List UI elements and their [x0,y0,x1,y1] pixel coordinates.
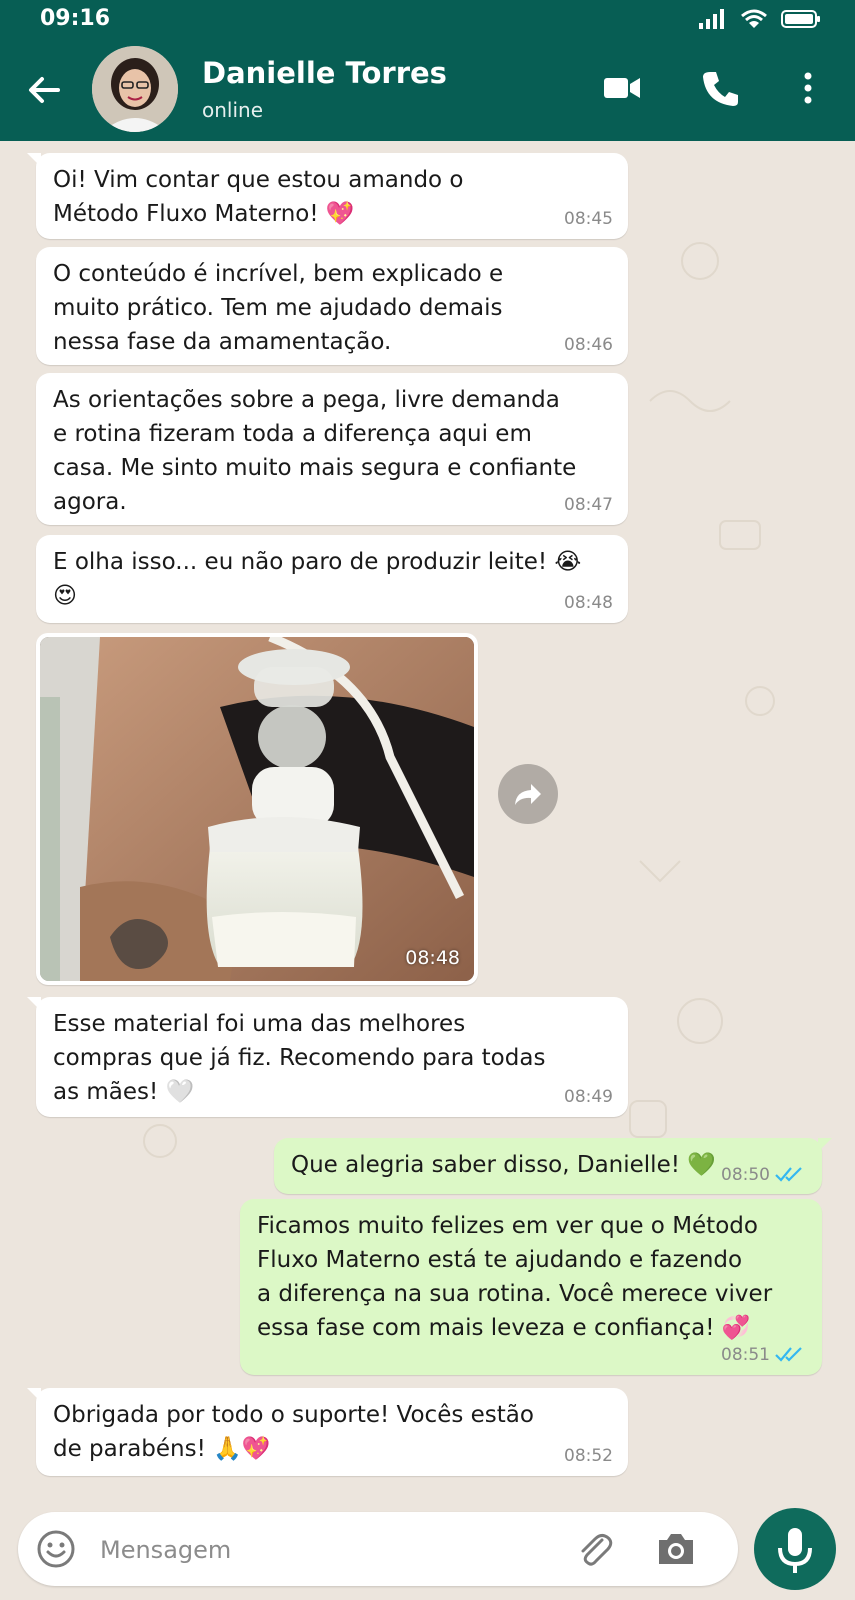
status-time: 09:16 [40,6,111,31]
image-message[interactable]: 08:48 [36,633,478,985]
message-input[interactable] [98,1530,562,1570]
bubble-tail [27,997,41,1011]
photo-image [40,637,474,981]
back-arrow-icon[interactable] [24,70,64,110]
message-bubble-incoming[interactable]: Esse material foi uma das melhores compr… [27,997,628,1117]
message-text: Esse material foi uma das melhores compr… [53,1011,546,1105]
message-text: Que alegria saber disso, Danielle! 💚 [291,1152,716,1178]
attach-icon[interactable] [574,1528,616,1570]
message-time: 08:45 [564,209,613,229]
video-call-icon[interactable] [600,66,644,110]
camera-icon[interactable] [654,1528,698,1570]
message-text: O conteúdo é incrível, bem explicado e m… [53,261,504,355]
message-text: Ficamos muito felizes em ver que o Métod… [257,1213,773,1341]
avatar-image [92,46,178,132]
message-list: Oi! Vim contar que estou amando o Método… [0,141,855,1496]
message-bubble-incoming[interactable]: O conteúdo é incrível, bem explicado e m… [36,247,628,365]
message-time: 08:47 [564,495,613,515]
contact-name[interactable]: Danielle Torres [202,56,447,90]
message-text: Oi! Vim contar que estou amando o Método… [53,167,464,227]
forward-button[interactable] [498,764,558,824]
message-time: 08:51 [721,1345,770,1365]
message-bubble-outgoing[interactable]: Que alegria saber disso, Danielle! 💚 08:… [274,1138,832,1194]
message-time: 08:50 [721,1165,770,1185]
mic-icon [778,1528,812,1573]
status-bar: 09:16 [0,0,855,38]
message-time: 08:48 [564,593,613,613]
message-text: E olha isso... eu não paro de produzir l… [53,549,582,609]
bubble-tail [27,153,41,167]
message-text: As orientações sobre a pega, livre deman… [53,387,577,515]
emoji-icon[interactable] [36,1529,76,1569]
phone-icon[interactable] [698,66,742,110]
contact-status: online [202,98,264,122]
message-time: 08:46 [564,335,613,355]
avatar[interactable] [92,46,178,132]
message-bubble-outgoing[interactable]: Ficamos muito felizes em ver que o Métod… [240,1199,822,1375]
read-ticks-icon [775,1167,802,1182]
more-vert-icon[interactable] [786,66,830,110]
read-ticks-icon [775,1347,802,1362]
image-time: 08:48 [405,947,460,969]
message-composer [18,1512,738,1586]
message-text: Obrigada por todo o suporte! Vocês estão… [53,1402,534,1462]
whatsapp-chat-screen: 09:16 Danielle Torres online Oi! Vim con… [0,0,855,1600]
wifi-icon [741,9,767,28]
bubble-tail [818,1138,832,1152]
message-bubble-incoming[interactable]: E olha isso... eu não paro de produzir l… [36,535,628,623]
message-bubble-incoming[interactable]: As orientações sobre a pega, livre deman… [36,373,628,525]
chat-header: Danielle Torres online [0,38,855,141]
signal-icon [699,9,724,29]
status-icons [699,8,821,30]
mic-button[interactable] [754,1508,836,1590]
bubble-tail [27,1388,41,1402]
message-bubble-incoming[interactable]: Oi! Vim contar que estou amando o Método… [27,153,628,239]
forward-icon [515,784,541,805]
battery-icon [781,10,820,28]
message-bubble-incoming[interactable]: Obrigada por todo o suporte! Vocês estão… [27,1388,628,1476]
message-time: 08:49 [564,1087,613,1107]
breast-pump-photo[interactable]: 08:48 [40,637,474,981]
message-time: 08:52 [564,1446,613,1466]
